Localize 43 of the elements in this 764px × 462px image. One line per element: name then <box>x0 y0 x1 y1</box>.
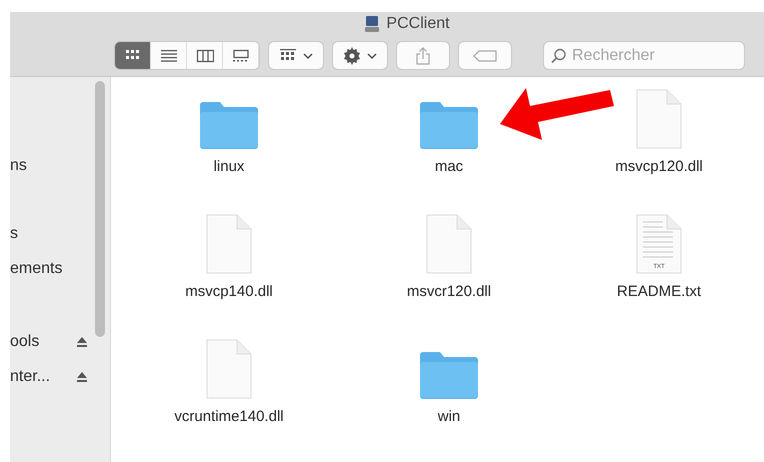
eject-icon[interactable] <box>76 336 88 348</box>
folder-icon[interactable] <box>418 101 480 149</box>
file-icon[interactable] <box>425 214 473 274</box>
file-icon[interactable] <box>635 89 683 149</box>
chevron-icon <box>303 52 313 58</box>
view-mode-button[interactable] <box>223 42 259 69</box>
file-icon[interactable] <box>205 339 253 399</box>
tag-button[interactable] <box>459 42 511 69</box>
computer-icon <box>364 15 380 33</box>
file-name: mac <box>434 158 464 175</box>
file-name: linux <box>214 158 244 175</box>
gear-icon <box>343 46 361 64</box>
file-name: msvcp120.dll <box>615 158 703 175</box>
group-button[interactable] <box>269 42 323 69</box>
eject-icon[interactable] <box>76 370 88 382</box>
folder-icon[interactable] <box>198 101 260 149</box>
file-icon[interactable] <box>205 214 253 274</box>
file-name: README.txt <box>616 283 702 300</box>
chevron-icon <box>367 52 377 58</box>
file-name: msvcp140.dll <box>185 283 273 300</box>
file-name: win <box>438 408 460 425</box>
file-name: vcruntime140.dll <box>174 408 284 425</box>
sidebar-item[interactable]: ements <box>10 251 110 286</box>
share-button[interactable] <box>397 42 449 69</box>
action-button[interactable] <box>333 42 387 69</box>
sidebar-item[interactable]: nter... <box>10 359 110 394</box>
search-field[interactable]: Rechercher <box>544 42 744 69</box>
view-mode-button[interactable] <box>151 42 187 69</box>
window-title: PCClient <box>386 15 450 33</box>
gallery-icon <box>232 48 250 64</box>
scrollbar-thumb[interactable] <box>95 81 105 337</box>
share-icon <box>416 46 430 64</box>
sidebar-item[interactable]: s <box>10 216 110 251</box>
search-icon <box>551 48 567 64</box>
tag-icon <box>473 50 497 62</box>
columns-icon <box>196 48 214 64</box>
file-name: msvcr120.dll <box>406 283 492 300</box>
sidebar-item[interactable]: ns <box>10 148 110 183</box>
folder-icon[interactable] <box>418 351 480 399</box>
view-mode-button[interactable] <box>115 42 151 69</box>
view-mode-button[interactable] <box>187 42 223 69</box>
sidebar-item[interactable]: ools <box>10 324 110 359</box>
list-icon <box>160 48 178 64</box>
